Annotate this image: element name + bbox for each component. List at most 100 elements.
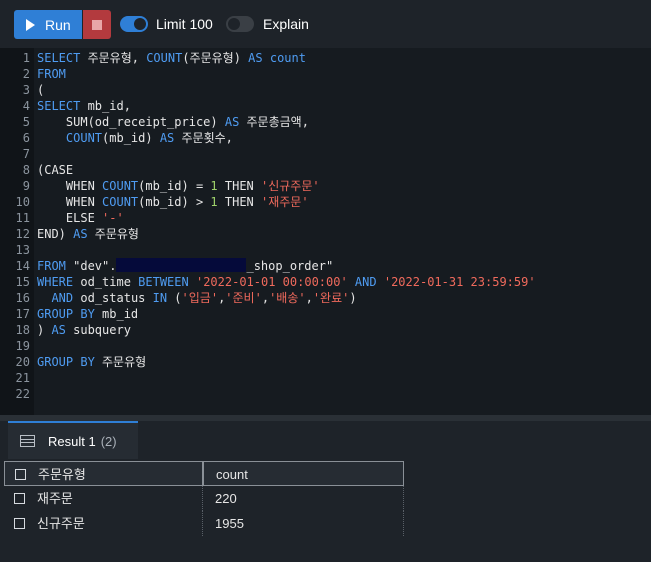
code-line-22: 22	[0, 386, 651, 402]
code-text: (CASE	[37, 163, 74, 177]
limit-label: Limit 100	[156, 16, 213, 32]
line-number: 9	[22, 179, 30, 193]
line-number: 19	[15, 339, 30, 353]
table-row[interactable]: 재주문 220	[4, 486, 651, 511]
code-line-2: 2 FROM	[0, 66, 651, 82]
code-line-15: 15 WHERE od_time BETWEEN '2022-01-01 00:0…	[0, 274, 651, 290]
code-text: ELSE '-'	[37, 211, 124, 225]
line-number: 13	[15, 243, 30, 257]
line-number: 21	[15, 371, 30, 385]
code-line-8: 8 (CASE	[0, 162, 651, 178]
sql-editor[interactable]: 1 SELECT 주문유형, COUNT(주문유형) AS count 2 FROM…	[0, 48, 651, 415]
query-toolbar: Run Limit 100 Explain	[0, 0, 651, 48]
column-header-count[interactable]: count	[203, 461, 404, 486]
table-cell[interactable]: 신규주문	[4, 511, 203, 536]
code-line-14: 14 FROM "dev". _shop_order"	[0, 258, 651, 274]
row-checkbox[interactable]	[14, 518, 25, 529]
code-text: GROUP BY mb_id	[37, 307, 139, 321]
line-number: 12	[15, 227, 30, 241]
code-line-3: 3(	[0, 82, 651, 98]
code-line-9: 9 WHEN COUNT(mb_id) = 1 THEN '신규주문'	[0, 178, 651, 194]
explain-toggle-knob	[228, 18, 240, 30]
select-all-checkbox[interactable]	[15, 469, 26, 480]
limit-toggle-knob	[134, 18, 146, 30]
code-line-19: 19	[0, 338, 651, 354]
code-line-10: 10 WHEN COUNT(mb_id) > 1 THEN '재주문'	[0, 194, 651, 210]
run-button-label: Run	[45, 16, 71, 33]
tab-result-1[interactable]: Result 1 (2)	[8, 421, 138, 459]
tab-label: Result 1	[48, 433, 96, 449]
line-number: 2	[22, 67, 30, 81]
code-line-5: 5 SUM(od_receipt_price) AS 주문총금액,	[0, 114, 651, 130]
cell-value: 1955	[215, 516, 244, 531]
code-text: COUNT(mb_id) AS 주문횟수,	[65, 131, 233, 145]
code-line-11: 11 ELSE '-'	[0, 210, 651, 226]
code-line-4: 4 SELECT mb_id,	[0, 98, 651, 114]
code-line-12: 12 END) AS 주문유형	[0, 226, 651, 242]
stop-icon	[92, 19, 102, 30]
line-number: 11	[15, 211, 30, 225]
line-number: 17	[15, 307, 30, 321]
results-panel: Result 1 (2) 주문유형 count 재주문 220 신규주문 195…	[0, 421, 651, 562]
redacted-block	[116, 258, 247, 272]
code-text: WHEN COUNT(mb_id) = 1 THEN '신규주문'	[37, 179, 320, 193]
code-lines: 1 SELECT 주문유형, COUNT(주문유형) AS count 2 FROM…	[0, 50, 651, 402]
cell-value: 신규주문	[37, 516, 85, 531]
line-number: 5	[22, 115, 30, 129]
code-text: GROUP BY 주문유형	[37, 355, 147, 369]
code-text: ) AS subquery	[37, 323, 131, 337]
table-row[interactable]: 신규주문 1955	[4, 511, 651, 536]
line-number: 22	[15, 387, 30, 401]
code-text: SELECT 주문유형, COUNT(주문유형) AS count	[37, 51, 306, 65]
code-line-6: 6 COUNT(mb_id) AS 주문횟수,	[0, 130, 651, 146]
table-header-row: 주문유형 count	[4, 461, 651, 486]
code-line-13: 13	[0, 242, 651, 258]
code-line-20: 20 GROUP BY 주문유형	[0, 354, 651, 370]
code-text: SUM(od_receipt_price) AS 주문총금액,	[37, 115, 309, 129]
stop-button[interactable]	[83, 10, 111, 39]
tab-row-count: (2)	[100, 433, 117, 449]
code-text: WHERE od_time BETWEEN '2022-01-01 00:00:…	[37, 275, 536, 289]
limit-toggle[interactable]	[120, 16, 148, 32]
explain-toggle[interactable]	[226, 16, 254, 32]
code-line-18: 18 ) AS subquery	[0, 322, 651, 338]
column-header-type[interactable]: 주문유형	[4, 461, 203, 486]
column-header-label: count	[216, 467, 248, 482]
line-number: 4	[22, 99, 30, 113]
explain-label: Explain	[263, 16, 309, 32]
code-line-17: 17 GROUP BY mb_id	[0, 306, 651, 322]
run-button[interactable]: Run	[14, 10, 82, 39]
line-number: 8	[22, 163, 30, 177]
cell-value: 재주문	[37, 491, 73, 506]
table-cell[interactable]: 1955	[203, 511, 404, 536]
results-grid: 주문유형 count 재주문 220 신규주문 1955	[4, 461, 651, 536]
code-text: SELECT mb_id,	[37, 99, 131, 113]
code-text: END) AS 주문유형	[37, 227, 139, 241]
line-number: 20	[15, 355, 30, 369]
table-cell[interactable]: 220	[203, 486, 404, 511]
code-text: (	[37, 83, 45, 97]
code-line-7: 7	[0, 146, 651, 162]
line-number: 16	[15, 291, 30, 305]
column-header-label: 주문유형	[38, 467, 86, 482]
line-number: 14	[15, 259, 30, 273]
code-line-21: 21	[0, 370, 651, 386]
line-number: 15	[15, 275, 30, 289]
row-checkbox[interactable]	[14, 493, 25, 504]
play-icon	[26, 18, 35, 31]
cell-value: 220	[215, 491, 237, 506]
line-number: 7	[22, 147, 30, 161]
code-text: FROM "dev". _shop_order"	[37, 258, 334, 273]
code-line-1: 1 SELECT 주문유형, COUNT(주문유형) AS count	[0, 50, 651, 66]
line-number: 3	[22, 83, 30, 97]
line-number: 6	[22, 131, 30, 145]
line-number: 18	[15, 323, 30, 337]
code-text: FROM	[37, 67, 66, 81]
code-text: WHEN COUNT(mb_id) > 1 THEN '재주문'	[37, 195, 309, 209]
line-number: 10	[15, 195, 30, 209]
line-number: 1	[22, 51, 30, 65]
code-line-16: 16 AND od_status IN ('입금','준비','배송','완료'…	[0, 290, 651, 306]
code-text: AND od_status IN ('입금','준비','배송','완료')	[51, 291, 357, 305]
table-icon	[20, 435, 35, 447]
table-cell[interactable]: 재주문	[4, 486, 203, 511]
